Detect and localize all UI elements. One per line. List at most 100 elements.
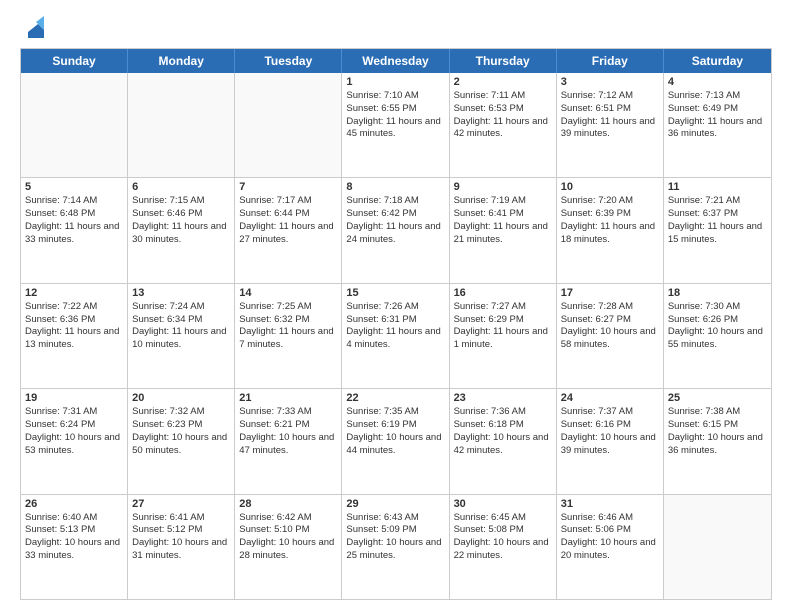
table-row bbox=[128, 73, 235, 177]
cell-text: Sunrise: 7:13 AMSunset: 6:49 PMDaylight:… bbox=[668, 90, 767, 141]
cell-text: Sunrise: 7:35 AMSunset: 6:19 PMDaylight:… bbox=[346, 406, 444, 457]
header-sunday: Sunday bbox=[21, 49, 128, 73]
cell-text: Sunrise: 7:14 AMSunset: 6:48 PMDaylight:… bbox=[25, 195, 123, 246]
cell-text: Sunrise: 7:36 AMSunset: 6:18 PMDaylight:… bbox=[454, 406, 552, 457]
day-number: 27 bbox=[132, 498, 230, 510]
header-friday: Friday bbox=[557, 49, 664, 73]
table-row: 3 Sunrise: 7:12 AMSunset: 6:51 PMDaylight… bbox=[557, 73, 664, 177]
calendar-row: 12 Sunrise: 7:22 AMSunset: 6:36 PMDayligh… bbox=[21, 283, 771, 388]
cell-text: Sunrise: 7:24 AMSunset: 6:34 PMDaylight:… bbox=[132, 301, 230, 352]
table-row bbox=[664, 495, 771, 599]
calendar-header: Sunday Monday Tuesday Wednesday Thursday… bbox=[21, 49, 771, 73]
day-number: 16 bbox=[454, 287, 552, 299]
cell-text: Sunrise: 7:21 AMSunset: 6:37 PMDaylight:… bbox=[668, 195, 767, 246]
cell-text: Sunrise: 7:10 AMSunset: 6:55 PMDaylight:… bbox=[346, 90, 444, 141]
day-number: 14 bbox=[239, 287, 337, 299]
cell-text: Sunrise: 7:33 AMSunset: 6:21 PMDaylight:… bbox=[239, 406, 337, 457]
day-number: 20 bbox=[132, 392, 230, 404]
calendar: Sunday Monday Tuesday Wednesday Thursday… bbox=[20, 48, 772, 600]
cell-text: Sunrise: 6:40 AMSunset: 5:13 PMDaylight:… bbox=[25, 512, 123, 563]
table-row: 7 Sunrise: 7:17 AMSunset: 6:44 PMDaylight… bbox=[235, 178, 342, 282]
day-number: 22 bbox=[346, 392, 444, 404]
cell-text: Sunrise: 6:46 AMSunset: 5:06 PMDaylight:… bbox=[561, 512, 659, 563]
table-row: 16 Sunrise: 7:27 AMSunset: 6:29 PMDayligh… bbox=[450, 284, 557, 388]
table-row: 29Sunrise: 6:43 AMSunset: 5:09 PMDayligh… bbox=[342, 495, 449, 599]
table-row: 13 Sunrise: 7:24 AMSunset: 6:34 PMDayligh… bbox=[128, 284, 235, 388]
table-row: 15 Sunrise: 7:26 AMSunset: 6:31 PMDayligh… bbox=[342, 284, 449, 388]
day-number: 13 bbox=[132, 287, 230, 299]
day-number: 31 bbox=[561, 498, 659, 510]
header-tuesday: Tuesday bbox=[235, 49, 342, 73]
day-number: 4 bbox=[668, 76, 767, 88]
header-thursday: Thursday bbox=[450, 49, 557, 73]
day-number: 3 bbox=[561, 76, 659, 88]
table-row: 1 Sunrise: 7:10 AMSunset: 6:55 PMDaylight… bbox=[342, 73, 449, 177]
cell-text: Sunrise: 7:19 AMSunset: 6:41 PMDaylight:… bbox=[454, 195, 552, 246]
calendar-row: 5 Sunrise: 7:14 AMSunset: 6:48 PMDaylight… bbox=[21, 177, 771, 282]
cell-text: Sunrise: 7:27 AMSunset: 6:29 PMDaylight:… bbox=[454, 301, 552, 352]
table-row: 6Sunrise: 7:15 AMSunset: 6:46 PMDaylight… bbox=[128, 178, 235, 282]
day-number: 29 bbox=[346, 498, 444, 510]
day-number: 1 bbox=[346, 76, 444, 88]
day-number: 12 bbox=[25, 287, 123, 299]
table-row: 24 Sunrise: 7:37 AMSunset: 6:16 PMDayligh… bbox=[557, 389, 664, 493]
cell-text: Sunrise: 7:12 AMSunset: 6:51 PMDaylight:… bbox=[561, 90, 659, 141]
cell-text: Sunrise: 7:18 AMSunset: 6:42 PMDaylight:… bbox=[346, 195, 444, 246]
day-number: 24 bbox=[561, 392, 659, 404]
table-row: 12 Sunrise: 7:22 AMSunset: 6:36 PMDayligh… bbox=[21, 284, 128, 388]
day-number: 28 bbox=[239, 498, 337, 510]
cell-text: Sunrise: 7:38 AMSunset: 6:15 PMDaylight:… bbox=[668, 406, 767, 457]
calendar-row: 26 Sunrise: 6:40 AMSunset: 5:13 PMDayligh… bbox=[21, 494, 771, 599]
cell-text: Sunrise: 7:28 AMSunset: 6:27 PMDaylight:… bbox=[561, 301, 659, 352]
table-row: 11 Sunrise: 7:21 AMSunset: 6:37 PMDayligh… bbox=[664, 178, 771, 282]
cell-text: Sunrise: 7:25 AMSunset: 6:32 PMDaylight:… bbox=[239, 301, 337, 352]
day-number: 21 bbox=[239, 392, 337, 404]
table-row: 20 Sunrise: 7:32 AMSunset: 6:23 PMDayligh… bbox=[128, 389, 235, 493]
day-number: 9 bbox=[454, 181, 552, 193]
header bbox=[20, 16, 772, 38]
table-row: 14 Sunrise: 7:25 AMSunset: 6:32 PMDayligh… bbox=[235, 284, 342, 388]
cell-text: Sunrise: 6:41 AMSunset: 5:12 PMDaylight:… bbox=[132, 512, 230, 563]
day-number: 11 bbox=[668, 181, 767, 193]
day-number: 7 bbox=[239, 181, 337, 193]
table-row: 17 Sunrise: 7:28 AMSunset: 6:27 PMDayligh… bbox=[557, 284, 664, 388]
cell-text: Sunrise: 7:32 AMSunset: 6:23 PMDaylight:… bbox=[132, 406, 230, 457]
day-number: 15 bbox=[346, 287, 444, 299]
day-number: 2 bbox=[454, 76, 552, 88]
day-number: 25 bbox=[668, 392, 767, 404]
header-monday: Monday bbox=[128, 49, 235, 73]
cell-text: Sunrise: 7:11 AMSunset: 6:53 PMDaylight:… bbox=[454, 90, 552, 141]
day-number: 18 bbox=[668, 287, 767, 299]
table-row: 25 Sunrise: 7:38 AMSunset: 6:15 PMDayligh… bbox=[664, 389, 771, 493]
table-row: 4 Sunrise: 7:13 AMSunset: 6:49 PMDaylight… bbox=[664, 73, 771, 177]
cell-text: Sunrise: 7:26 AMSunset: 6:31 PMDaylight:… bbox=[346, 301, 444, 352]
day-number: 6 bbox=[132, 181, 230, 193]
day-number: 17 bbox=[561, 287, 659, 299]
cell-text: Sunrise: 7:31 AMSunset: 6:24 PMDaylight:… bbox=[25, 406, 123, 457]
calendar-row: 1 Sunrise: 7:10 AMSunset: 6:55 PMDaylight… bbox=[21, 73, 771, 177]
day-number: 19 bbox=[25, 392, 123, 404]
table-row: 26 Sunrise: 6:40 AMSunset: 5:13 PMDayligh… bbox=[21, 495, 128, 599]
cell-text: Sunrise: 7:37 AMSunset: 6:16 PMDaylight:… bbox=[561, 406, 659, 457]
day-number: 26 bbox=[25, 498, 123, 510]
day-number: 8 bbox=[346, 181, 444, 193]
table-row: 8 Sunrise: 7:18 AMSunset: 6:42 PMDaylight… bbox=[342, 178, 449, 282]
header-saturday: Saturday bbox=[664, 49, 771, 73]
table-row bbox=[21, 73, 128, 177]
day-number: 5 bbox=[25, 181, 123, 193]
page: Sunday Monday Tuesday Wednesday Thursday… bbox=[0, 0, 792, 612]
cell-text: Sunrise: 7:22 AMSunset: 6:36 PMDaylight:… bbox=[25, 301, 123, 352]
calendar-body: 1 Sunrise: 7:10 AMSunset: 6:55 PMDaylight… bbox=[21, 73, 771, 599]
table-row: 9 Sunrise: 7:19 AMSunset: 6:41 PMDaylight… bbox=[450, 178, 557, 282]
table-row bbox=[235, 73, 342, 177]
logo-icon bbox=[22, 16, 44, 38]
table-row: 21 Sunrise: 7:33 AMSunset: 6:21 PMDayligh… bbox=[235, 389, 342, 493]
header-wednesday: Wednesday bbox=[342, 49, 449, 73]
day-number: 23 bbox=[454, 392, 552, 404]
table-row: 23 Sunrise: 7:36 AMSunset: 6:18 PMDayligh… bbox=[450, 389, 557, 493]
cell-text: Sunrise: 7:17 AMSunset: 6:44 PMDaylight:… bbox=[239, 195, 337, 246]
table-row: 30Sunrise: 6:45 AMSunset: 5:08 PMDayligh… bbox=[450, 495, 557, 599]
table-row: 31 Sunrise: 6:46 AMSunset: 5:06 PMDayligh… bbox=[557, 495, 664, 599]
table-row: 18Sunrise: 7:30 AMSunset: 6:26 PMDayligh… bbox=[664, 284, 771, 388]
table-row: 19 Sunrise: 7:31 AMSunset: 6:24 PMDayligh… bbox=[21, 389, 128, 493]
